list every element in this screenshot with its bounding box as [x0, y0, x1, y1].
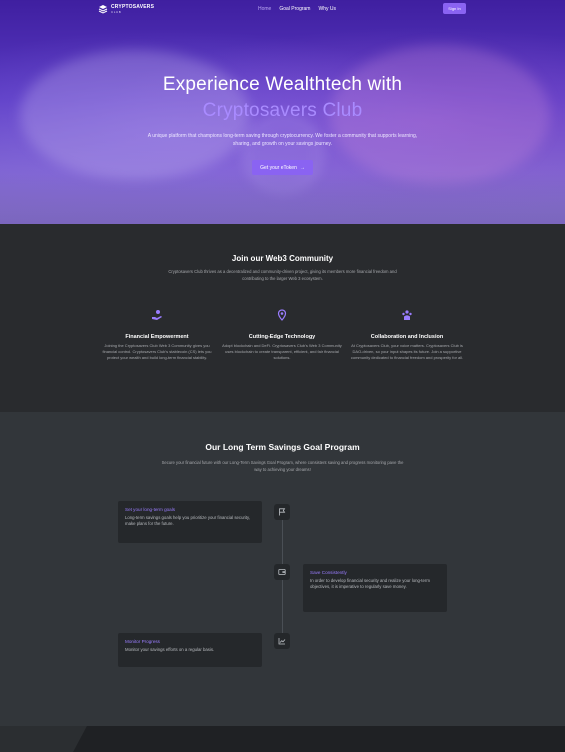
- chart-icon: [278, 638, 286, 645]
- timeline-card-title: Set your long-term goals: [125, 507, 176, 512]
- get-etoken-label: Get your eToken: [260, 164, 297, 171]
- brand-sub: CLUB: [111, 9, 122, 14]
- section-subtitle: Secure your financial future with our Lo…: [161, 460, 404, 472]
- nav-link-goal-program[interactable]: Goal Program: [279, 6, 310, 12]
- footer-strip: [0, 726, 565, 752]
- goal-program-section: Our Long Term Savings Goal Program Secur…: [0, 412, 565, 726]
- section-subtitle: Cryptosavers Club thrives as a decentral…: [168, 269, 397, 281]
- get-etoken-button[interactable]: Get your eToken →: [252, 160, 313, 175]
- footer-shade: [0, 726, 87, 752]
- timeline-card-desc: In order to develop financial security a…: [310, 578, 430, 590]
- section-title: Our Long Term Savings Goal Program: [205, 442, 360, 452]
- hero-floor: [0, 174, 565, 224]
- wallet-icon: [278, 569, 286, 575]
- nav-links: Home Goal Program Why Us: [258, 6, 336, 12]
- timeline-card-title: Save Consistently: [310, 570, 347, 575]
- feature-desc: Adopt blockchain and DeFi. Cryptosavers …: [222, 343, 342, 360]
- timeline-card-monitor-progress: Monitor Progress Monitor your savings ef…: [118, 633, 262, 667]
- hero-section: CRYPTOSAVERS CLUB Home Goal Program Why …: [0, 0, 565, 224]
- timeline-line: [282, 514, 283, 646]
- timeline-card-save-consistently: Save Consistently In order to develop fi…: [303, 564, 447, 612]
- sign-in-button[interactable]: Sign In: [443, 3, 466, 14]
- feature-desc: At Cryptosavers Club, your voice matters…: [350, 343, 464, 360]
- feature-title: Financial Empowerment: [125, 334, 189, 340]
- top-nav: CRYPTOSAVERS CLUB Home Goal Program Why …: [0, 0, 565, 20]
- timeline-node-1: [274, 504, 290, 520]
- feature-title: Collaboration and Inclusion: [370, 334, 444, 340]
- timeline-card-set-goals: Set your long-term goals Long-term savin…: [118, 501, 262, 543]
- feature-desc: Joining the Cryptosavers Club Web 3 Comm…: [102, 343, 212, 360]
- community-icon: [402, 310, 412, 320]
- hero-title-highlight: Cryptosavers Club: [202, 100, 363, 121]
- arrow-right-icon: →: [299, 164, 305, 171]
- logo-mark-icon: [98, 5, 108, 14]
- feature-title: Cutting-Edge Technology: [248, 334, 316, 340]
- section-title: Join our Web3 Community: [231, 254, 334, 263]
- timeline-card-desc: Monitor your savings efforts on a regula…: [125, 647, 215, 652]
- feature-financial-empowerment: Financial Empowerment Joining the Crypto…: [97, 308, 217, 361]
- hand-coins-icon: [152, 310, 162, 320]
- feature-collaboration-inclusion: Collaboration and Inclusion At Cryptosav…: [347, 308, 467, 361]
- flag-icon: [279, 508, 286, 516]
- hero-subtitle: A unique platform that champions long-te…: [147, 133, 418, 147]
- brand-name: CRYPTOSAVERS: [111, 3, 155, 10]
- timeline-card-title: Monitor Progress: [125, 639, 160, 644]
- nav-link-why-us[interactable]: Why Us: [318, 6, 336, 12]
- timeline-card-desc: Long-term savings goals help you priorit…: [125, 515, 251, 527]
- timeline-node-3: [274, 633, 290, 649]
- location-pin-icon: [277, 309, 287, 321]
- timeline-node-2: [274, 564, 290, 580]
- hero-title: Experience Wealthtech with: [162, 74, 403, 95]
- brand-logo[interactable]: CRYPTOSAVERS CLUB: [98, 4, 154, 14]
- feature-cutting-edge-technology: Cutting-Edge Technology Adopt blockchain…: [222, 308, 342, 361]
- web3-community-section: Join our Web3 Community Cryptosavers Clu…: [0, 224, 565, 412]
- nav-link-home[interactable]: Home: [258, 6, 271, 12]
